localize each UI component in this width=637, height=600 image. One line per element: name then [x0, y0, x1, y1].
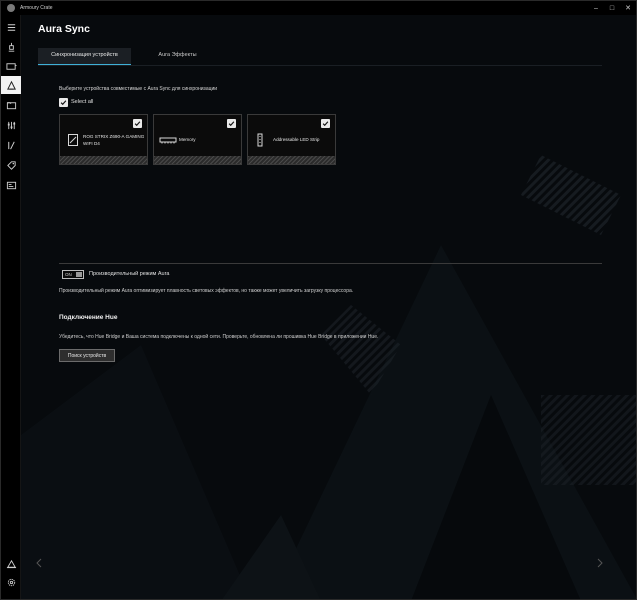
nav-item-settings[interactable]	[1, 573, 21, 591]
menu-button[interactable]	[1, 18, 21, 36]
performance-mode-description: Производительный режим Aura оптимизирует…	[59, 288, 354, 294]
close-button[interactable]: ✕	[620, 1, 636, 15]
hue-section-title: Подключение Hue	[59, 314, 118, 321]
maximize-button[interactable]: □	[604, 1, 620, 15]
device-name: Addressable LED Strip	[273, 137, 320, 142]
select-all-checkbox[interactable]	[59, 98, 68, 107]
led-strip-icon	[257, 133, 263, 147]
tab-divider	[38, 65, 602, 66]
nav-item-home[interactable]	[1, 38, 21, 56]
checkmark-icon	[322, 121, 329, 127]
search-devices-button[interactable]: Поиск устройств	[59, 349, 115, 362]
nav-item-user[interactable]	[1, 554, 21, 572]
select-all-label: Select all	[71, 99, 94, 105]
aura-icon	[6, 80, 16, 90]
chevron-right-icon[interactable]	[597, 558, 603, 568]
device-checkbox[interactable]	[321, 119, 330, 128]
app-logo-icon	[7, 4, 15, 12]
nav-item-aura-sync[interactable]	[1, 76, 21, 94]
tools-icon	[7, 141, 15, 149]
side-navigation	[1, 15, 21, 599]
settings-icon	[7, 578, 15, 586]
app-window: Armoury Crate – □ ✕ Aura Sync Синхрониза…	[0, 0, 637, 600]
card-stripe	[60, 156, 147, 164]
nav-item-news[interactable]	[1, 176, 21, 194]
device-icon	[5, 62, 17, 70]
nav-item-gallery[interactable]	[1, 96, 21, 114]
trophy-icon	[8, 42, 14, 52]
device-checkbox[interactable]	[227, 119, 236, 128]
nav-item-tools[interactable]	[1, 136, 21, 154]
tuning-icon	[7, 121, 15, 129]
device-card[interactable]: ROG STRIX Z690-A GAMING WIFI D4	[59, 114, 148, 165]
checkmark-icon	[60, 100, 67, 106]
performance-mode-label: Производительный режим Aura	[89, 271, 170, 277]
hue-description: Убедитесь, что Hue Bridge и Ваша система…	[59, 334, 379, 340]
device-name: ROG STRIX Z690-A GAMING WIFI D4	[83, 134, 145, 146]
motherboard-icon	[68, 134, 78, 146]
performance-mode-toggle[interactable]: ON	[62, 270, 84, 279]
title-bar: Armoury Crate – □ ✕	[1, 1, 636, 15]
minimize-button[interactable]: –	[588, 1, 604, 15]
page-title: Aura Sync	[38, 23, 90, 35]
device-name: Memory	[179, 137, 196, 142]
user-icon	[6, 559, 16, 568]
background-decoration	[21, 155, 636, 599]
nav-item-devices[interactable]	[1, 57, 21, 75]
tab-bar: Синхронизация устройств Aura Эффекты	[38, 48, 224, 65]
tab-device-sync[interactable]: Синхронизация устройств	[38, 48, 131, 65]
toggle-knob	[76, 272, 82, 277]
section-divider	[59, 263, 602, 264]
app-title: Armoury Crate	[20, 5, 53, 11]
menu-icon	[7, 23, 15, 31]
device-checkbox[interactable]	[133, 119, 142, 128]
memory-icon	[159, 137, 177, 144]
device-card[interactable]: Addressable LED Strip	[247, 114, 336, 165]
folder-icon	[6, 101, 16, 109]
sync-instruction: Выберите устройства совместимые с Aura S…	[59, 86, 218, 92]
card-stripe	[154, 156, 241, 164]
toggle-state-text: ON	[65, 272, 72, 277]
device-card[interactable]: Memory	[153, 114, 242, 165]
tab-aura-effects[interactable]: Aura Эффекты	[131, 48, 224, 65]
checkmark-icon	[134, 121, 141, 127]
card-stripe	[248, 156, 335, 164]
news-icon	[6, 181, 16, 189]
nav-item-scenario[interactable]	[1, 116, 21, 134]
nav-item-deals[interactable]	[1, 156, 21, 174]
chevron-left-icon[interactable]	[36, 558, 42, 568]
tag-icon	[6, 160, 16, 170]
checkmark-icon	[228, 121, 235, 127]
